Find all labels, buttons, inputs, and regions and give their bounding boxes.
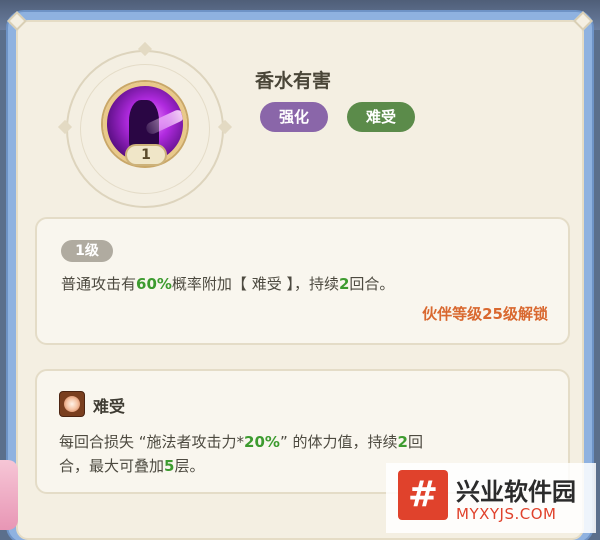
- skill-title: 香水有害: [255, 70, 332, 92]
- desc-text: 合，最大可叠加: [59, 457, 165, 475]
- desc-text: 概率附加【 难受 】，持续: [171, 275, 339, 293]
- effect-name: 难受: [93, 397, 126, 416]
- grade-card: 1级 普通攻击有60%概率附加【 难受 】，持续2回合。 伙伴等级25级解锁: [35, 217, 570, 345]
- grade-badge: 1级: [61, 240, 113, 262]
- desc-text: 每回合损失 “施法者攻击力*: [59, 433, 245, 451]
- swirl-debuff-icon: [59, 391, 85, 417]
- desc-text: ” 的体力值，持续: [279, 433, 398, 451]
- desc-text: 回合。: [349, 275, 395, 293]
- side-decoration: [0, 460, 18, 530]
- watermark-logo-icon: #: [398, 470, 448, 520]
- desc-text: 回: [407, 433, 423, 451]
- desc-highlight: 2: [397, 433, 408, 451]
- tag-suffer[interactable]: 难受: [347, 102, 415, 132]
- desc-text: 层。: [174, 457, 205, 475]
- desc-highlight: 2: [338, 275, 350, 293]
- desc-text: 普通攻击有: [61, 275, 137, 293]
- effect-description-line2: 合，最大可叠加5层。: [59, 455, 204, 476]
- desc-highlight: 5: [164, 457, 175, 475]
- watermark-url: MYXYJS.COM: [456, 505, 557, 523]
- unlock-requirement: 伙伴等级25级解锁: [422, 305, 548, 323]
- skill-level-badge: 1: [125, 144, 167, 166]
- swirl-icon: [64, 396, 80, 412]
- grade-description: 普通攻击有60%概率附加【 难受 】，持续2回合。: [61, 273, 394, 294]
- desc-highlight: 60%: [136, 275, 172, 293]
- watermark-title: 兴业软件园: [456, 478, 576, 506]
- effect-description-line1: 每回合损失 “施法者攻击力*20%” 的体力值，持续2回: [59, 431, 423, 452]
- desc-highlight: 20%: [244, 433, 280, 451]
- tag-strengthen: 强化: [260, 102, 328, 132]
